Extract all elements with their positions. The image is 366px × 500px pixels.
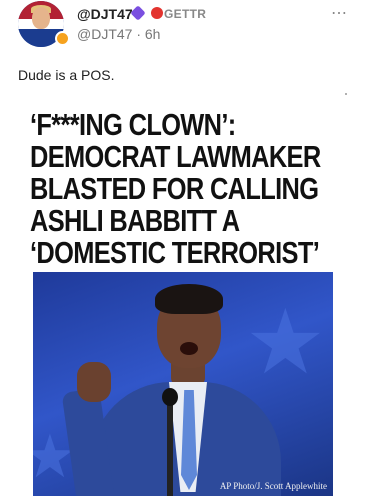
decorative-dot <box>345 93 347 95</box>
microphone-head <box>162 388 178 406</box>
article-headline[interactable]: ‘F***ING CLOWN’: DEMOCRAT LAWMAKER BLAST… <box>30 107 321 270</box>
article-photo[interactable]: ★ ★ AP Photo/J. Scott Applewhite <box>33 272 333 496</box>
headline-line: ASHLI BABBITT A <box>30 203 240 238</box>
speaker-mouth <box>180 342 198 355</box>
platform-label: GETTR <box>164 7 207 21</box>
post-header: @DJT47 GETTR @DJT47 · 6h ⋯ <box>0 0 366 58</box>
headline-line: ‘F***ING CLOWN’: <box>30 107 236 142</box>
more-options-icon[interactable]: ⋯ <box>331 3 348 23</box>
speaker-hair <box>155 284 223 314</box>
raised-fist <box>77 362 111 402</box>
handle-time[interactable]: @DJT47 · 6h <box>77 26 160 42</box>
microphone <box>167 396 173 496</box>
headline-line: BLASTED FOR CALLING <box>30 171 319 206</box>
verified-badge-icon <box>55 31 70 46</box>
username[interactable]: @DJT47 <box>77 6 133 22</box>
headline-line: ‘DOMESTIC TERRORIST’ <box>30 235 320 270</box>
verified-badge-icon <box>151 7 163 19</box>
post-text: Dude is a POS. <box>18 67 115 83</box>
headline-line: DEMOCRAT LAWMAKER <box>30 139 321 174</box>
star-decoration: ★ <box>245 293 326 393</box>
photo-credit: AP Photo/J. Scott Applewhite <box>219 481 327 491</box>
